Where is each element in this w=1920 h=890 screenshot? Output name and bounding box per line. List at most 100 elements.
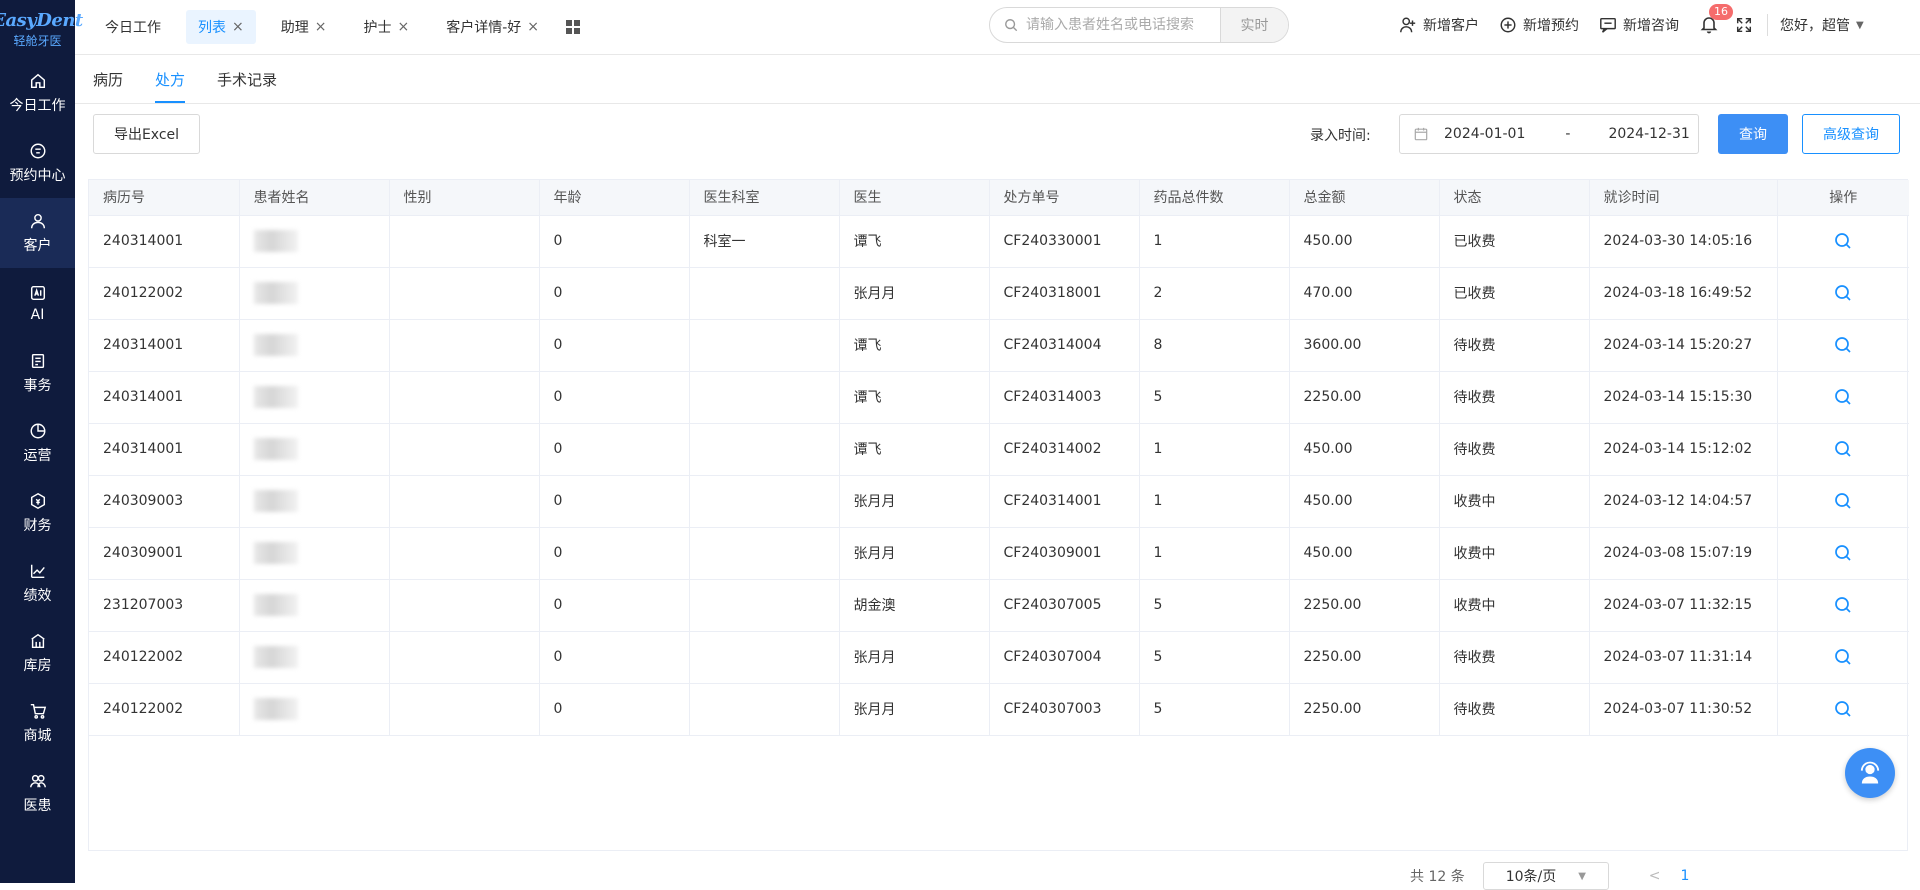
table-cell: 231207003	[89, 579, 240, 632]
app-logo[interactable]: EasyDent 轻舱牙医	[0, 0, 83, 58]
view-search-icon[interactable]	[1834, 492, 1852, 510]
patient-search: 实时	[989, 7, 1289, 43]
table-cell: 3600.00	[1289, 319, 1440, 372]
table-cell	[689, 475, 840, 528]
table-cell: 2024-03-12 14:04:57	[1589, 475, 1778, 528]
column-header: 状态	[1439, 180, 1590, 216]
subtab[interactable]: 处方	[155, 55, 186, 103]
search-input[interactable]	[1018, 8, 1220, 42]
user-icon	[30, 213, 45, 228]
tab-label: 助理	[280, 20, 309, 36]
table-cell: 张月月	[839, 631, 990, 684]
page-tab[interactable]: 客户详情-好 ×	[434, 10, 551, 44]
page-tab[interactable]: 列表 ×	[186, 10, 256, 44]
add-consult-button[interactable]: 新增咨询	[1599, 15, 1679, 35]
advanced-query-button[interactable]: 高级查询	[1802, 114, 1900, 154]
date-range-picker[interactable]: 2024-01-01 - 2024-12-31	[1399, 114, 1699, 154]
notifications-button[interactable]: 16	[1699, 4, 1733, 36]
sidebar-item-1[interactable]: 预约中心	[0, 128, 75, 198]
search-mode-button[interactable]: 实时	[1220, 8, 1288, 42]
date-end[interactable]: 2024-12-31	[1608, 126, 1689, 142]
sidebar-item-2[interactable]: 客户	[0, 198, 75, 268]
view-search-icon[interactable]	[1834, 440, 1852, 458]
view-search-icon[interactable]	[1834, 648, 1852, 666]
user-menu[interactable]: 您好，超管 ▼	[1780, 15, 1864, 35]
table-row[interactable]: 240314001 0 谭飞 CF240314002 1 450.00 待收费 2024-03…	[89, 423, 1909, 476]
view-search-icon[interactable]	[1834, 596, 1852, 614]
sidebar-item-5[interactable]: 运营	[0, 408, 75, 478]
sidebar-item-3[interactable]: AI	[0, 268, 75, 338]
table-row[interactable]: 240309001 0 张月月 CF240309001 1 450.00 收费中 2024-0…	[89, 527, 1909, 580]
table-cell: 0	[539, 683, 690, 736]
table-cell	[689, 527, 840, 580]
table-cell: 2	[1139, 267, 1290, 320]
view-search-icon[interactable]	[1834, 544, 1852, 562]
table-row[interactable]: 240314001 0 科室一 谭飞 CF240330001 1 450.00 已收费 2024…	[89, 215, 1909, 268]
customer-service-button[interactable]	[1845, 748, 1895, 798]
table-row[interactable]: 240309003 0 张月月 CF240314001 1 450.00 收费中 2024-0…	[89, 475, 1909, 528]
table-cell	[239, 215, 390, 268]
sidebar-item-6[interactable]: 财务	[0, 478, 75, 548]
table-cell-action	[1777, 371, 1909, 424]
calendar-icon	[30, 143, 45, 158]
table-row[interactable]: 240122002 0 张月月 CF240318001 2 470.00 已收费 2024-0…	[89, 267, 1909, 320]
view-search-icon[interactable]	[1834, 700, 1852, 718]
table-cell: 0	[539, 579, 690, 632]
view-search-icon[interactable]	[1834, 388, 1852, 406]
sidebar-item-8[interactable]: 库房	[0, 618, 75, 688]
app-grid-icon[interactable]	[566, 20, 580, 34]
view-search-icon[interactable]	[1834, 336, 1852, 354]
table-cell-action	[1777, 579, 1909, 632]
table-row[interactable]: 240314001 0 谭飞 CF240314004 8 3600.00 待收费 2024-0…	[89, 319, 1909, 372]
table-cell	[389, 475, 540, 528]
page-tab[interactable]: 助理 ×	[269, 10, 339, 44]
sidebar-item-10[interactable]: 医患	[0, 758, 75, 828]
table-row[interactable]: 240122002 0 张月月 CF240307004 5 2250.00 待收费 2024-…	[89, 631, 1909, 684]
close-icon[interactable]: ×	[315, 19, 327, 35]
add-appointment-button[interactable]: 新增预约	[1499, 15, 1579, 35]
page-number-current[interactable]: 1	[1680, 868, 1689, 884]
export-excel-button[interactable]: 导出Excel	[93, 114, 200, 154]
view-search-icon[interactable]	[1834, 232, 1852, 250]
table-cell: 张月月	[839, 267, 990, 320]
sidebar-item-0[interactable]: 今日工作	[0, 58, 75, 128]
user-greeting: 您好，超管	[1780, 18, 1850, 34]
prev-page-button[interactable]: <	[1649, 868, 1661, 884]
page-tab[interactable]: 护士 ×	[351, 10, 421, 44]
page-tab[interactable]: 今日工作	[93, 10, 173, 44]
column-header: 就诊时间	[1589, 180, 1778, 216]
sidebar-item-label: 财务	[23, 517, 52, 534]
table-row[interactable]: 240122002 0 张月月 CF240307003 5 2250.00 待收费 2024-…	[89, 683, 1909, 736]
column-header: 性别	[389, 180, 540, 216]
table-cell: 450.00	[1289, 215, 1440, 268]
table-row[interactable]: 231207003 0 胡金澳 CF240307005 5 2250.00 收费中 2024-…	[89, 579, 1909, 632]
sidebar-item-7[interactable]: 绩效	[0, 548, 75, 618]
fullscreen-button[interactable]	[1735, 16, 1753, 34]
table-cell: 240309001	[89, 527, 240, 580]
subtab[interactable]: 手术记录	[217, 55, 277, 103]
close-icon[interactable]: ×	[232, 19, 244, 35]
table-cell: 1	[1139, 475, 1290, 528]
view-search-icon[interactable]	[1834, 284, 1852, 302]
table-cell	[689, 683, 840, 736]
task-icon	[31, 353, 44, 368]
home-icon	[30, 73, 45, 88]
table-cell: CF240314004	[989, 319, 1140, 372]
add-customer-button[interactable]: 新增客户	[1399, 15, 1479, 35]
sidebar-item-9[interactable]: 商城	[0, 688, 75, 758]
add-user-icon	[1400, 17, 1416, 33]
table-cell: CF240307004	[989, 631, 1140, 684]
cart-icon	[30, 703, 46, 719]
query-button[interactable]: 查询	[1718, 114, 1788, 154]
close-icon[interactable]: ×	[527, 19, 539, 35]
table-row[interactable]: 240314001 0 谭飞 CF240314003 5 2250.00 待收费 2024-0…	[89, 371, 1909, 424]
table-cell: 张月月	[839, 683, 990, 736]
subtab[interactable]: 病历	[93, 55, 123, 103]
date-start[interactable]: 2024-01-01	[1444, 126, 1525, 142]
table-cell: CF240314001	[989, 475, 1140, 528]
sidebar-item-4[interactable]: 事务	[0, 338, 75, 408]
sidebar-nav: 今日工作 预约中心 客户 AI 事务 运营财务绩效 库房 商城 医患	[0, 58, 75, 828]
pie-chart-icon	[30, 423, 45, 438]
page-size-select[interactable]: 10条/页 ▼	[1482, 862, 1609, 890]
close-icon[interactable]: ×	[397, 19, 409, 35]
